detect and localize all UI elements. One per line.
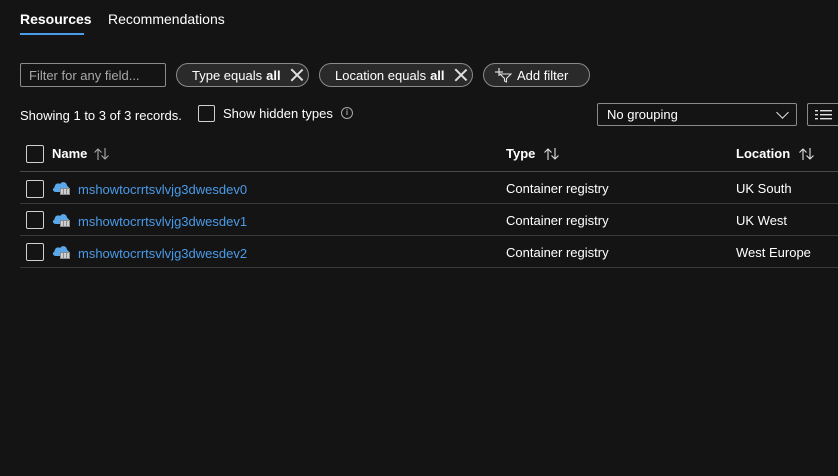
container-registry-icon [52, 182, 70, 195]
tab-resources[interactable]: Resources [20, 11, 92, 27]
show-hidden-types-label: Show hidden types [223, 106, 333, 121]
select-all-checkbox[interactable] [26, 145, 44, 163]
resource-name-link[interactable]: mshowtocrrtsvlvjg3dwesdev0 [78, 182, 247, 197]
row-divider [20, 203, 838, 204]
view-toggle-button[interactable] [807, 103, 838, 126]
row-checkbox[interactable] [26, 243, 44, 261]
tab-recommendations[interactable]: Recommendations [108, 11, 225, 27]
resource-type: Container registry [506, 245, 609, 260]
container-registry-icon [52, 214, 70, 227]
resource-location: UK South [736, 181, 792, 196]
resource-type: Container registry [506, 213, 609, 228]
resource-name-link[interactable]: mshowtocrrtsvlvjg3dwesdev1 [78, 214, 247, 229]
sort-arrows-icon[interactable] [543, 147, 561, 161]
close-icon[interactable] [290, 68, 302, 82]
column-header-name[interactable]: Name [52, 146, 111, 161]
list-view-icon [815, 110, 832, 120]
add-filter-button[interactable]: Add filter [483, 63, 590, 87]
close-icon[interactable] [454, 68, 466, 82]
add-filter-icon [495, 68, 512, 83]
location-filter-pill[interactable]: Location equals all [319, 63, 473, 87]
chevron-down-icon [776, 106, 789, 119]
resource-type: Container registry [506, 181, 609, 196]
sort-arrows-icon[interactable] [93, 147, 111, 161]
column-header-type[interactable]: Type [506, 146, 561, 161]
type-filter-pill[interactable]: Type equals all [176, 63, 309, 87]
grouping-selected: No grouping [607, 107, 678, 122]
records-count: Showing 1 to 3 of 3 records. [20, 108, 182, 123]
resource-location: West Europe [736, 245, 811, 260]
table-header-divider [20, 171, 838, 172]
type-filter-value: all [266, 67, 281, 83]
grouping-dropdown[interactable]: No grouping [597, 103, 797, 126]
resource-location: UK West [736, 213, 788, 228]
row-divider [20, 235, 838, 236]
active-tab-indicator [20, 33, 84, 35]
filter-input[interactable] [20, 63, 166, 87]
row-checkbox[interactable] [26, 180, 44, 198]
add-filter-label: Add filter [517, 67, 569, 83]
column-header-name-label: Name [52, 146, 88, 161]
row-divider [20, 267, 838, 268]
container-registry-icon [52, 246, 70, 259]
column-header-type-label: Type [506, 146, 536, 161]
show-hidden-types-checkbox[interactable] [198, 105, 215, 122]
type-filter-label: Type equals [192, 67, 263, 83]
info-icon[interactable]: i [341, 107, 353, 119]
resource-name-link[interactable]: mshowtocrrtsvlvjg3dwesdev2 [78, 246, 247, 261]
row-checkbox[interactable] [26, 211, 44, 229]
column-header-location[interactable]: Location [736, 146, 816, 161]
sort-arrows-icon[interactable] [798, 147, 816, 161]
column-header-location-label: Location [736, 146, 791, 161]
resources-page: Resources Recommendations Type equals al… [0, 0, 838, 476]
location-filter-value: all [430, 67, 445, 83]
location-filter-label: Location equals [335, 67, 427, 83]
